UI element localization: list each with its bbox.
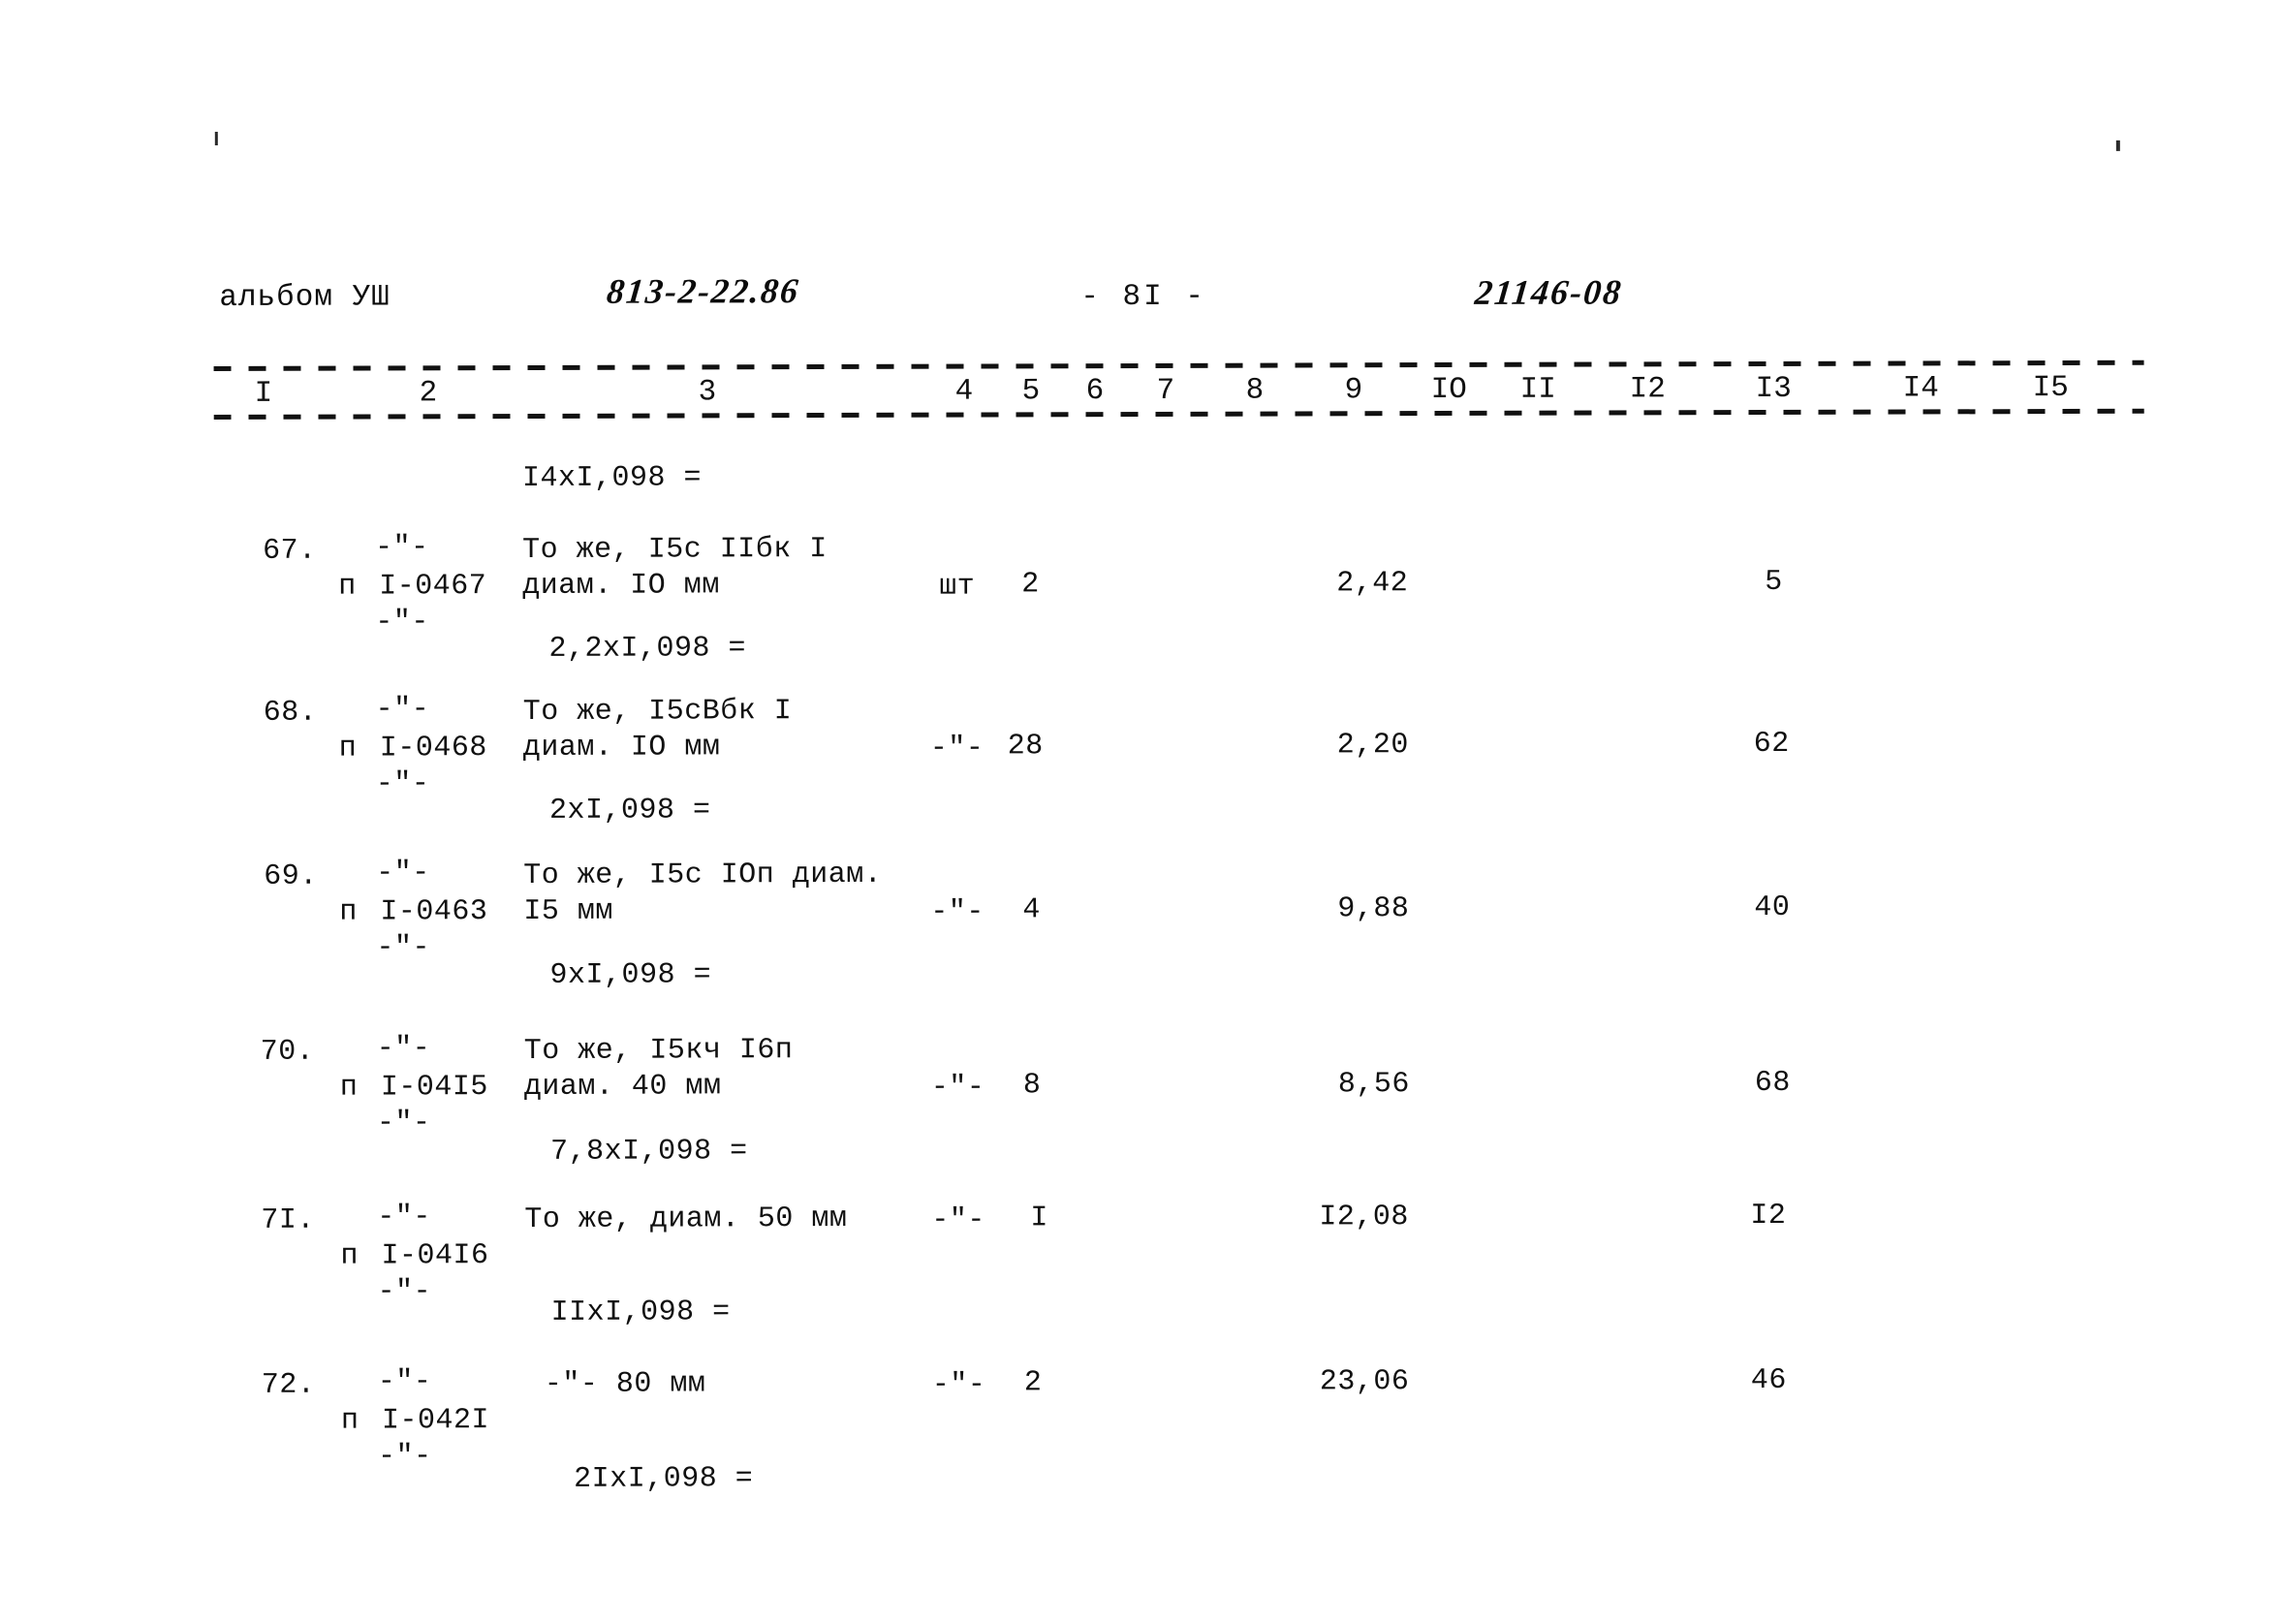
formula-line: I4xI,098 =: [521, 461, 702, 496]
row-description-1: То же, I5кч I6п: [523, 1034, 794, 1069]
row-description-1: То же, диам. 50 мм: [524, 1202, 848, 1237]
drawing-number: 21146-08: [1473, 272, 1625, 312]
row-description-2: диам. IO мм: [522, 569, 720, 604]
ditto-above-icon: -"-: [375, 531, 429, 565]
formula-line: 9xI,098 =: [549, 958, 712, 992]
scanned-page: альбом УШ 813-2-22.86 - 8I - 21146-08 I …: [0, 0, 2282, 1624]
row-quantity: 2: [1021, 568, 1040, 602]
formula-line: 2,2xI,098 =: [548, 632, 747, 666]
row-total: I2: [1750, 1199, 1787, 1234]
row-total: 68: [1754, 1066, 1791, 1101]
row-unit: -"-: [930, 895, 985, 929]
row-number: 68.: [263, 696, 318, 730]
row-total: 46: [1750, 1363, 1787, 1398]
ditto-above-icon: -"-: [376, 857, 430, 890]
row-code: I-04I5: [380, 1071, 488, 1105]
ditto-above-icon: -"-: [377, 1201, 431, 1234]
row-price: I2,08: [1319, 1201, 1409, 1234]
ditto-below-icon: -"-: [377, 1275, 432, 1309]
row-total: 40: [1754, 890, 1791, 925]
formula-line: IIxI,098 =: [550, 1296, 731, 1329]
column-number-2: 2: [419, 376, 438, 411]
column-number-7: 7: [1156, 373, 1175, 408]
column-number-11: II: [1519, 372, 1556, 407]
row-description-2: I5 мм: [523, 894, 613, 929]
row-prefix: п: [338, 570, 357, 604]
row-quantity: I: [1030, 1202, 1048, 1235]
row-total: 5: [1765, 565, 1783, 599]
table-head-rule-bottom: [213, 408, 2144, 421]
row-price: 2,42: [1336, 567, 1409, 601]
column-number-4: 4: [954, 374, 974, 409]
page-number: - 8I -: [1080, 279, 1207, 315]
row-total: 62: [1753, 727, 1790, 762]
row-prefix: п: [339, 895, 358, 929]
row-prefix: п: [340, 1239, 359, 1273]
row-prefix: п: [338, 732, 358, 765]
page-sheet: альбом УШ 813-2-22.86 - 8I - 21146-08 I …: [0, 0, 2282, 1624]
row-description-2: диам. IO мм: [522, 731, 721, 765]
row-unit: -"-: [931, 1368, 986, 1402]
column-number-8: 8: [1245, 373, 1265, 408]
column-number-12: I2: [1629, 372, 1666, 407]
formula-line: 2xI,098 =: [548, 794, 711, 828]
column-number-3: 3: [698, 375, 717, 410]
row-price: 2,20: [1336, 729, 1409, 763]
row-description-1: То же, I5с IOп диам.: [523, 858, 883, 893]
column-number-5: 5: [1021, 374, 1041, 409]
row-description-1: То же, I5сВбк I: [522, 695, 793, 730]
formula-line: 2IxI,098 =: [574, 1462, 754, 1496]
ditto-below-icon: -"-: [376, 931, 431, 965]
row-prefix: п: [340, 1404, 359, 1438]
column-number-row: I 2 3 4 5 6 7 8 9 IO II I2 I3 I4 I5: [0, 0, 2279, 411]
row-description-1: То же, I5с IIбк I: [522, 533, 828, 568]
row-unit: -"-: [929, 732, 985, 765]
document-code: 813-2-22.86: [605, 271, 802, 311]
ditto-above-icon: -"-: [375, 693, 430, 727]
row-number: 69.: [264, 859, 318, 893]
row-unit: шт: [939, 570, 976, 604]
column-number-15: I5: [2032, 370, 2069, 406]
scan-speck-right: [2115, 140, 2120, 151]
row-price: 9,88: [1337, 892, 1410, 926]
row-code: I-0468: [379, 732, 487, 765]
row-quantity: 2: [1023, 1366, 1043, 1400]
formula-line: 7,8xI,098 =: [550, 1135, 748, 1169]
column-number-6: 6: [1085, 374, 1105, 409]
row-code: I-042I: [381, 1404, 490, 1438]
column-number-14: I4: [1902, 371, 1939, 406]
row-price: 8,56: [1337, 1068, 1410, 1102]
ditto-below-icon: -"-: [378, 1440, 432, 1474]
row-code: I-0467: [379, 570, 487, 604]
row-number: 72.: [261, 1368, 316, 1402]
row-unit: -"-: [930, 1071, 985, 1105]
ditto-below-icon: -"-: [375, 606, 429, 640]
row-code: I-0463: [380, 895, 488, 929]
ditto-above-icon: -"-: [376, 1032, 431, 1066]
row-description-1: -"- 80 мм: [544, 1367, 706, 1401]
album-label: альбом УШ: [219, 280, 391, 315]
row-quantity: 28: [1007, 730, 1044, 764]
row-quantity: 4: [1022, 893, 1041, 927]
column-number-1: I: [254, 376, 273, 411]
row-number: 70.: [260, 1035, 315, 1069]
ditto-above-icon: -"-: [377, 1365, 432, 1399]
column-number-13: I3: [1755, 371, 1792, 407]
column-number-10: IO: [1430, 372, 1467, 408]
row-number: 67.: [263, 534, 317, 568]
row-code: I-04I6: [381, 1239, 489, 1273]
ditto-below-icon: -"-: [375, 767, 430, 801]
scan-speck-left: [214, 131, 218, 145]
row-quantity: 8: [1022, 1069, 1042, 1103]
row-description-2: диам. 40 мм: [523, 1070, 722, 1105]
row-price: 23,06: [1319, 1365, 1410, 1399]
column-number-9: 9: [1344, 373, 1363, 408]
row-unit: -"-: [931, 1203, 985, 1237]
table-head-rule-top: [213, 359, 2144, 372]
row-prefix: п: [339, 1071, 359, 1105]
row-number: 7I.: [261, 1203, 315, 1237]
ditto-below-icon: -"-: [376, 1107, 431, 1140]
